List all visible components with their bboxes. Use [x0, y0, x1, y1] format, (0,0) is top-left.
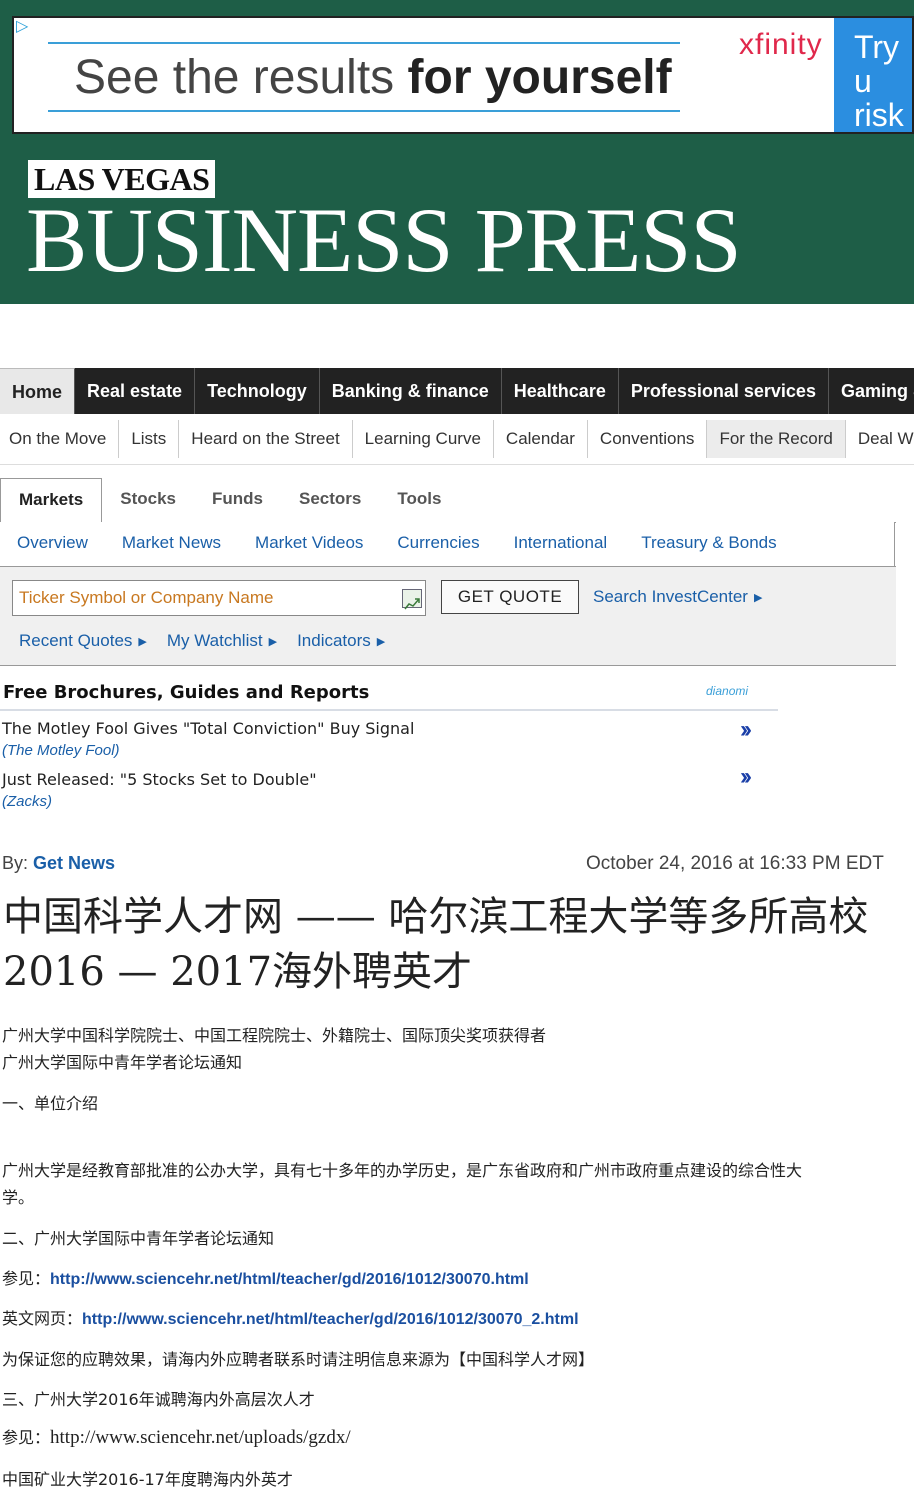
recent-quotes-label: Recent Quotes: [19, 631, 133, 650]
subnav-lists[interactable]: Lists: [119, 420, 180, 458]
tab-sectors[interactable]: Sectors: [281, 478, 379, 522]
ad-headline-light: See the results: [74, 51, 395, 104]
byline: By: Get News: [2, 853, 115, 874]
subnav-for-the-record[interactable]: For the Record: [707, 420, 846, 458]
body-line: 为保证您的应聘效果，请海内外应聘者联系时请注明信息来源为【中国科学人才网】: [2, 1350, 595, 1369]
dianomi-logo[interactable]: dianomi: [706, 684, 748, 698]
brochure-item-title[interactable]: Just Released: "5 Stocks Set to Double": [2, 770, 317, 789]
nav-professional-services[interactable]: Professional services: [619, 368, 829, 414]
link-indicators[interactable]: Indicators ▶: [297, 627, 385, 656]
ad-brand-logo[interactable]: xfinity: [739, 28, 823, 62]
nav-home[interactable]: Home: [0, 368, 76, 414]
link-my-watchlist[interactable]: My Watchlist ▶: [167, 627, 277, 656]
tab-tools[interactable]: Tools: [379, 478, 459, 522]
double-chevron-right-icon[interactable]: ››: [740, 763, 752, 791]
nav-banking-finance[interactable]: Banking & finance: [320, 368, 502, 414]
body-line-with-link: 参见：http://www.sciencehr.net/html/teacher…: [2, 1265, 529, 1289]
nav-gaming[interactable]: Gaming &: [829, 368, 914, 414]
ad-divider-top: [48, 42, 680, 44]
section-heading: 二、广州大学国际中青年学者论坛通知: [2, 1229, 275, 1248]
get-quote-button[interactable]: GET QUOTE: [441, 580, 579, 614]
headline-line2: 2016 — 2017海外聘英才: [3, 949, 473, 995]
primary-nav: Home Real estate Technology Banking & fi…: [0, 368, 914, 414]
forum-notice-link[interactable]: http://www.sciencehr.net/html/teacher/gd…: [50, 1271, 529, 1288]
ad-cta-line1: Try u: [854, 29, 900, 99]
link-currencies[interactable]: Currencies: [380, 522, 496, 566]
link-treasury-bonds[interactable]: Treasury & Bonds: [624, 522, 793, 566]
markets-quick-links: Recent Quotes ▶ My Watchlist ▶ Indicators ▶: [19, 627, 405, 656]
brochures-divider: [0, 709, 778, 711]
masthead-title[interactable]: BUSINESS PRESS: [26, 194, 742, 286]
link-overview[interactable]: Overview: [0, 522, 105, 566]
markets-sub-links: Overview Market News Market Videos Curre…: [0, 522, 895, 566]
body-line-with-link: 英文网页：http://www.sciencehr.net/html/teach…: [2, 1305, 579, 1329]
uploads-link[interactable]: http://www.sciencehr.net/uploads/gzdx/: [50, 1427, 351, 1448]
secondary-nav: On the Move Lists Heard on the Street Le…: [0, 414, 914, 465]
english-page-link[interactable]: http://www.sciencehr.net/html/teacher/gd…: [82, 1311, 579, 1328]
masthead[interactable]: LAS VEGAS BUSINESS PRESS: [0, 142, 914, 304]
nav-technology[interactable]: Technology: [195, 368, 320, 414]
tab-stocks[interactable]: Stocks: [102, 478, 194, 522]
link-international[interactable]: International: [497, 522, 625, 566]
subnav-learning-curve[interactable]: Learning Curve: [353, 420, 494, 458]
ad-cta-line2: risk f: [854, 97, 904, 133]
indicators-label: Indicators: [297, 631, 371, 650]
ad-headline[interactable]: See the results for yourself: [74, 48, 672, 108]
triangle-right-icon: ▶: [753, 592, 763, 604]
brochure-item-source: (The Motley Fool): [2, 742, 120, 759]
brochure-item-source: (Zacks): [2, 793, 52, 810]
ticker-search-input[interactable]: Ticker Symbol or Company Name: [12, 580, 426, 616]
markets-tabs: Markets Stocks Funds Sectors Tools: [0, 478, 896, 523]
adchoices-icon[interactable]: ▷: [16, 18, 34, 36]
nav-healthcare[interactable]: Healthcare: [502, 368, 619, 414]
link-label: 英文网页：: [2, 1309, 83, 1328]
my-watchlist-label: My Watchlist: [166, 631, 263, 650]
tab-markets[interactable]: Markets: [0, 478, 103, 523]
body-line: 广州大学中国科学院院士、中国工程院院士、外籍院士、国际顶尖奖项获得者: [2, 1026, 547, 1045]
link-market-videos[interactable]: Market Videos: [238, 522, 380, 566]
search-investcenter-link[interactable]: Search InvestCenter ▶: [593, 580, 762, 615]
ticker-placeholder: Ticker Symbol or Company Name: [19, 588, 274, 607]
body-line-with-link: 参见：http://www.sciencehr.net/uploads/gzdx…: [2, 1424, 351, 1449]
markets-search-panel: Ticker Symbol or Company Name GET QUOTE …: [0, 566, 896, 666]
body-line: 广州大学国际中青年学者论坛通知: [2, 1053, 243, 1072]
by-label: By:: [2, 853, 29, 873]
headline-line1: 中国科学人才网 —— 哈尔滨工程大学等多所高校: [3, 894, 869, 940]
brochure-item-title[interactable]: The Motley Fool Gives "Total Conviction"…: [2, 719, 414, 738]
link-label: 参见：: [2, 1269, 51, 1288]
body-line: 学。: [2, 1188, 35, 1207]
ad-banner[interactable]: ▷ See the results for yourself xfinity T…: [0, 0, 914, 142]
triangle-right-icon: ▶: [376, 636, 386, 648]
triangle-right-icon: ▶: [138, 636, 147, 648]
brochures-title: Free Brochures, Guides and Reports: [3, 682, 370, 703]
article-headline: 中国科学人才网 —— 哈尔滨工程大学等多所高校 2016 — 2017海外聘英才: [3, 890, 903, 1000]
nav-real-estate[interactable]: Real estate: [75, 368, 196, 414]
link-market-news[interactable]: Market News: [105, 522, 238, 566]
markets-widget: Markets Stocks Funds Sectors Tools Overv…: [0, 478, 896, 666]
ad-headline-bold: for yourself: [407, 51, 672, 104]
link-recent-quotes[interactable]: Recent Quotes ▶: [19, 627, 147, 656]
subnav-conventions[interactable]: Conventions: [588, 420, 708, 458]
subnav-heard-on-the-street[interactable]: Heard on the Street: [179, 420, 353, 458]
ad-cta-button[interactable]: Try urisk f: [834, 18, 912, 133]
brochures-widget: Free Brochures, Guides and Reports diano…: [0, 678, 780, 818]
author-link[interactable]: Get News: [33, 853, 115, 873]
ad-divider-bottom: [48, 110, 680, 112]
chart-lookup-icon[interactable]: [402, 589, 422, 610]
double-chevron-right-icon[interactable]: ››: [740, 716, 752, 744]
tab-funds[interactable]: Funds: [194, 478, 281, 522]
link-label: 参见：: [2, 1428, 51, 1447]
section-heading: 一、单位介绍: [2, 1094, 99, 1113]
search-investcenter-label: Search InvestCenter: [593, 587, 748, 606]
ad-box[interactable]: ▷ See the results for yourself xfinity T…: [12, 16, 914, 134]
section-heading: 三、广州大学2016年诚聘海内外高层次人才: [2, 1390, 315, 1409]
article-date: October 24, 2016 at 16:33 PM EDT: [586, 853, 884, 874]
triangle-right-icon: ▶: [268, 636, 278, 648]
subnav-deal[interactable]: Deal W: [846, 420, 914, 458]
body-line: 中国矿业大学2016-17年度聘海内外英才: [2, 1470, 293, 1489]
subnav-on-the-move[interactable]: On the Move: [0, 420, 120, 458]
subnav-calendar[interactable]: Calendar: [494, 420, 588, 458]
body-line: 广州大学是经教育部批准的公办大学，具有七十多年的办学历史，是广东省政府和广州市政…: [2, 1161, 803, 1180]
